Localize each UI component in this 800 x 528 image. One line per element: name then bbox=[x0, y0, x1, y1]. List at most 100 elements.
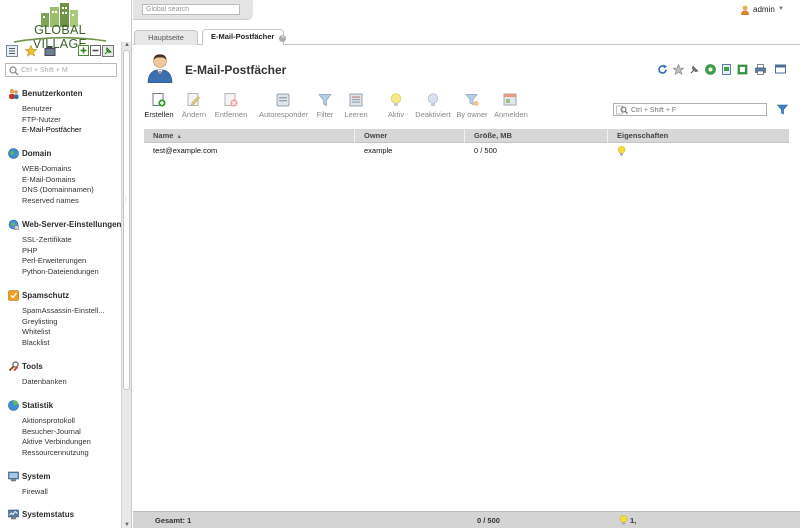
table-footer: Gesamt: 1 0 / 500 1, bbox=[133, 511, 800, 528]
sidebar-item-ssl-zertifikate[interactable]: SSL-Zertifikate bbox=[22, 235, 72, 245]
scroll-up-icon[interactable]: ▲ bbox=[124, 42, 130, 48]
cell-size: 0 / 500 bbox=[474, 146, 497, 155]
tab-email-postfaecher[interactable]: E-Mail-Postfächer × bbox=[202, 29, 287, 45]
sidebar-item-greylisting[interactable]: Greylisting bbox=[22, 317, 57, 327]
scrollbar-thumb[interactable] bbox=[123, 50, 130, 390]
sidebar-item-whitelist[interactable]: Whitelist bbox=[22, 327, 50, 337]
nav-group-tools[interactable]: Tools bbox=[8, 361, 120, 373]
by-owner-icon bbox=[465, 94, 479, 106]
maximize-icon[interactable] bbox=[775, 64, 786, 75]
filter-icon[interactable] bbox=[777, 104, 788, 115]
document-icon[interactable] bbox=[721, 64, 732, 75]
clear-icon bbox=[349, 93, 363, 107]
toolbar-label: Erstellen bbox=[144, 110, 174, 119]
edit-button[interactable]: Ändern bbox=[179, 93, 209, 121]
sidebar-item-besucher-journal[interactable]: Besucher-Journal bbox=[22, 427, 81, 437]
column-header-owner[interactable]: Owner bbox=[355, 129, 465, 143]
table-search[interactable] bbox=[613, 103, 767, 116]
table-header: Name ▲ Owner Größe, MB Eigenschaften bbox=[144, 129, 789, 143]
left-panel: GLOBAL VILLAGE Ctrl + Shift + M Benutzer… bbox=[0, 0, 132, 528]
cell-properties bbox=[608, 144, 789, 158]
nav-group-title: System bbox=[22, 472, 51, 481]
export-icon[interactable] bbox=[737, 64, 748, 75]
autoresponder-button[interactable]: Autoresponder bbox=[259, 93, 309, 121]
sidebar-item-email-domains[interactable]: E-Mail-Domains bbox=[22, 175, 75, 185]
by-owner-button[interactable]: By owner bbox=[455, 93, 489, 121]
logo-swoosh bbox=[13, 36, 107, 43]
toolbar-label: Aktiv bbox=[387, 110, 405, 119]
cell-owner: example bbox=[364, 146, 393, 155]
panel-splitter-handle[interactable]: ⋮ bbox=[123, 196, 129, 204]
global-search-input[interactable] bbox=[142, 4, 240, 15]
deactivate-button[interactable]: Deaktiviert bbox=[414, 93, 452, 121]
user-menu[interactable]: admin ▼ bbox=[740, 5, 786, 16]
logo[interactable]: GLOBAL VILLAGE bbox=[10, 3, 110, 51]
sidebar-item-ressourcennutzung[interactable]: Ressourcennutzung bbox=[22, 448, 89, 458]
sidebar-scrollbar[interactable]: ▲ ▼ bbox=[121, 42, 131, 528]
filter-button[interactable]: Filter bbox=[313, 93, 337, 121]
nav-group-system[interactable]: System bbox=[8, 471, 120, 483]
sidebar-item-perl[interactable]: Perl-Erweiterungen bbox=[22, 256, 86, 266]
bulb-off-icon bbox=[427, 93, 439, 106]
sidebar-item-benutzer[interactable]: Benutzer bbox=[22, 104, 52, 114]
globe-icon bbox=[8, 148, 19, 159]
activate-button[interactable]: Aktiv bbox=[386, 93, 406, 121]
search-icon bbox=[9, 66, 19, 76]
nav-group-domain[interactable]: Domain bbox=[8, 148, 120, 160]
create-button[interactable]: Erstellen bbox=[144, 93, 174, 121]
nav-group-systemstatus[interactable]: Systemstatus bbox=[8, 509, 120, 521]
delete-button[interactable]: Entfernen bbox=[213, 93, 249, 121]
sidebar-item-datenbanken[interactable]: Datenbanken bbox=[22, 377, 67, 387]
collapse-all-icon[interactable] bbox=[90, 45, 102, 57]
action-toolbar: Erstellen Ändern Entfernen Autoresponder bbox=[144, 93, 544, 123]
nav-group-spamschutz[interactable]: Spamschutz bbox=[8, 290, 120, 302]
sidebar-item-dns[interactable]: DNS (Domainnamen) bbox=[22, 185, 94, 195]
left-search[interactable] bbox=[5, 63, 117, 77]
clear-button[interactable]: Leeren bbox=[343, 93, 369, 121]
sidebar-item-firewall[interactable]: Firewall bbox=[22, 487, 48, 497]
nav-group-title: Web-Server-Einstellungen bbox=[22, 220, 122, 229]
column-header-name[interactable]: Name ▲ bbox=[144, 129, 355, 143]
statistics-icon bbox=[8, 400, 19, 411]
sidebar-item-spamassassin[interactable]: SpamAssassin-Einstell... bbox=[22, 306, 105, 316]
star-icon[interactable] bbox=[25, 45, 37, 57]
sidebar-item-python[interactable]: Python-Dateiendungen bbox=[22, 267, 99, 277]
table-row[interactable]: test@example.com example 0 / 500 bbox=[144, 144, 789, 158]
login-button[interactable]: Anmelden bbox=[494, 93, 528, 121]
tab-hauptseite[interactable]: Hauptseite bbox=[134, 30, 198, 45]
toolbar-label: Entfernen bbox=[214, 110, 248, 119]
nav-group-benutzerkonten[interactable]: Benutzerkonten bbox=[8, 88, 120, 100]
print-icon[interactable] bbox=[755, 64, 766, 75]
column-header-size[interactable]: Größe, MB bbox=[465, 129, 608, 143]
left-search-input[interactable] bbox=[21, 65, 113, 75]
page-actions bbox=[657, 64, 792, 76]
sidebar-item-aktionsprotokoll[interactable]: Aktionsprotokoll bbox=[22, 416, 75, 426]
sidebar-item-email-postfaecher[interactable]: E-Mail-Postfächer bbox=[22, 125, 82, 135]
cell-name: test@example.com bbox=[153, 146, 218, 155]
nav-group-webserver[interactable]: Web-Server-Einstellungen bbox=[8, 219, 122, 231]
pin-icon[interactable] bbox=[689, 64, 700, 75]
nav-group-title: Statistik bbox=[22, 401, 54, 410]
expand-all-icon[interactable] bbox=[78, 45, 90, 57]
toolbar-label: Anmelden bbox=[494, 110, 528, 119]
table-search-input[interactable] bbox=[631, 105, 763, 115]
nav-group-statistik[interactable]: Statistik bbox=[8, 400, 120, 412]
close-tab-icon[interactable]: × bbox=[279, 35, 287, 42]
refresh-icon[interactable] bbox=[657, 64, 668, 75]
web-globe-icon[interactable] bbox=[705, 64, 716, 75]
sidebar-item-blacklist[interactable]: Blacklist bbox=[22, 338, 50, 348]
chevron-down-icon: ▼ bbox=[778, 6, 784, 12]
column-header-properties[interactable]: Eigenschaften bbox=[608, 129, 789, 143]
sidebar-item-php[interactable]: PHP bbox=[22, 246, 37, 256]
tree-view-icon[interactable] bbox=[6, 45, 18, 57]
sidebar-item-ftp-nutzer[interactable]: FTP-Nutzer bbox=[22, 115, 61, 125]
briefcase-icon[interactable] bbox=[44, 45, 56, 57]
sidebar-item-reserved-names[interactable]: Reserved names bbox=[22, 196, 79, 206]
pin-icon[interactable] bbox=[102, 45, 114, 57]
scroll-down-icon[interactable]: ▼ bbox=[124, 522, 130, 528]
sidebar-item-web-domains[interactable]: WEB-Domains bbox=[22, 164, 71, 174]
sidebar-item-aktive-verbindungen[interactable]: Aktive Verbindungen bbox=[22, 437, 91, 447]
favorite-star-icon[interactable] bbox=[673, 64, 684, 75]
toolbar-label: Autoresponder bbox=[259, 110, 309, 119]
global-search-container bbox=[133, 0, 253, 20]
